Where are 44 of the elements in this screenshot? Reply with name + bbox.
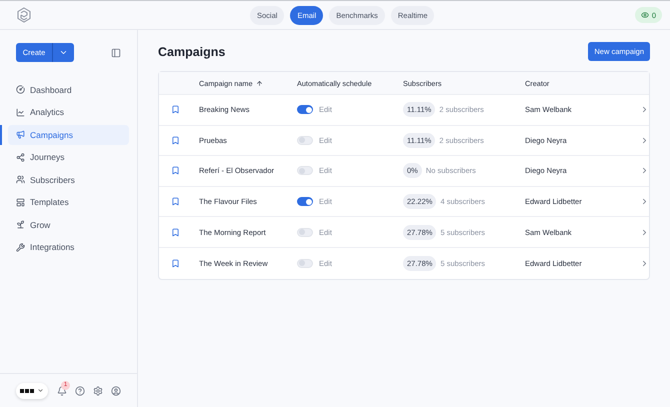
sort-icon[interactable] (256, 80, 263, 86)
chart-icon (16, 108, 25, 117)
users-icon (16, 175, 25, 184)
chevron-right-icon[interactable] (640, 197, 649, 206)
schedule-toggle[interactable] (297, 105, 313, 114)
caret-icon (37, 387, 44, 394)
chevron-right-icon[interactable] (640, 105, 649, 114)
sidebar-item[interactable]: Journeys (8, 148, 129, 167)
bookmark-icon[interactable] (171, 105, 180, 114)
wrench-icon (16, 242, 25, 252)
chevron-right-icon[interactable] (640, 228, 649, 237)
bookmark-icon[interactable] (171, 197, 180, 206)
page-title: Campaigns (158, 44, 226, 58)
template-icon (16, 198, 25, 207)
caret-icon (59, 48, 68, 57)
bookmark-icon[interactable] (171, 136, 180, 145)
sidebar-toggle-icon[interactable] (111, 48, 121, 58)
gauge-icon (16, 85, 25, 94)
create-menu-button[interactable] (53, 43, 74, 62)
sidebar-item[interactable]: Templates (8, 192, 129, 212)
bookmark-icon[interactable] (171, 166, 180, 176)
share-icon (16, 152, 25, 162)
chevron-right-icon[interactable] (640, 136, 649, 145)
chevron-right-icon[interactable] (640, 166, 649, 176)
eye-icon (640, 11, 649, 19)
sidebar-item[interactable]: Analytics (8, 102, 129, 122)
help-icon[interactable] (75, 386, 85, 396)
sprout-icon (16, 220, 25, 230)
megaphone-icon (16, 130, 25, 140)
user-icon[interactable] (111, 386, 121, 396)
workspace-switcher[interactable] (16, 382, 48, 398)
sidebar-item[interactable]: Subscribers (8, 170, 129, 190)
sidebar-item[interactable]: Dashboard (8, 80, 129, 100)
active-indicator (0, 125, 2, 144)
bell-icon[interactable] (57, 386, 67, 396)
bookmark-icon[interactable] (171, 228, 180, 237)
settings-icon[interactable] (93, 386, 103, 396)
schedule-toggle[interactable] (297, 197, 313, 206)
workspace-logo-icon (20, 388, 34, 392)
logo-icon (16, 7, 32, 23)
bookmark-icon[interactable] (171, 258, 180, 268)
sidebar-item[interactable]: Grow (8, 215, 129, 234)
sidebar-item[interactable]: Integrations (8, 238, 129, 257)
chevron-right-icon[interactable] (640, 258, 649, 268)
